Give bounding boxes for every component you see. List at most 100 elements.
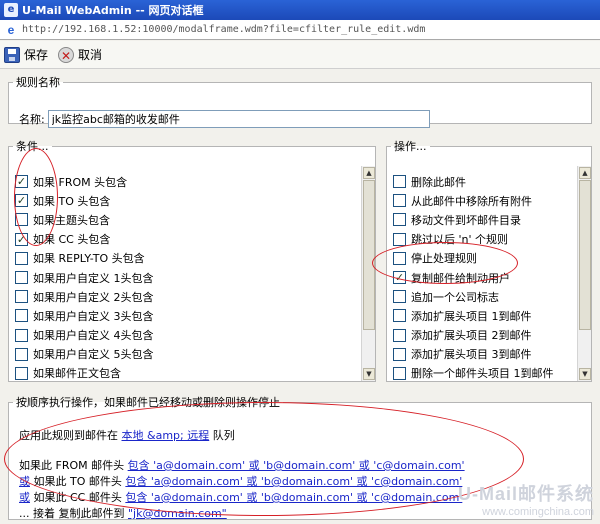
scroll-down-icon[interactable]: ▼ bbox=[579, 368, 591, 380]
condition-checkbox[interactable]: ✓ bbox=[15, 175, 28, 189]
cancel-button[interactable]: ✕ 取消 bbox=[58, 46, 102, 63]
action-label: 移动文件到坏邮件目录 bbox=[411, 213, 521, 227]
condition-item[interactable]: 如果用户自定义 1头包含 bbox=[15, 268, 361, 287]
action-checkbox[interactable] bbox=[393, 213, 406, 227]
address-url: http://192.168.1.52:10000/modalframe.wdm… bbox=[22, 24, 426, 35]
action-item[interactable]: ✓ 复制邮件给制动用户 bbox=[393, 268, 577, 287]
save-button-label: 保存 bbox=[24, 48, 49, 62]
action-checkbox[interactable] bbox=[393, 366, 406, 380]
condition-label: 如果 CC 头包含 bbox=[33, 233, 111, 247]
rule-description-legend: 按顺序执行操作，如果邮件已经移动或删除则操作停止 bbox=[16, 396, 280, 409]
condition-item[interactable]: 如果主题头包含 bbox=[15, 210, 361, 229]
condition-item[interactable]: 如果用户自定义 3头包含 bbox=[15, 306, 361, 325]
conditions-group: 条件... ✓ 如果 FROM 头包含 ✓ 如果 TO 头包含 如果主题头包含 ✓ 如果 C… bbox=[8, 138, 376, 382]
save-button[interactable]: 保存 bbox=[4, 46, 48, 63]
action-item[interactable]: 移动文件到坏邮件目录 bbox=[393, 210, 577, 229]
action-label: 停止处理规则 bbox=[411, 252, 477, 266]
window-titlebar: e U-Mail WebAdmin -- 网页对话框 bbox=[0, 0, 600, 20]
actions-list: 删除此邮件从此邮件中移除所有附件 移动文件到坏邮件目录 跳过以后 'n' 个规则 停止… bbox=[393, 172, 577, 381]
condition-label: 如果用户自定义 4头包含 bbox=[33, 329, 154, 343]
condition-checkbox[interactable] bbox=[15, 366, 28, 380]
condition-checkbox[interactable]: ✓ bbox=[15, 194, 28, 208]
or-link[interactable]: 或 bbox=[19, 491, 30, 504]
rule-name-group: 规则名称 名称: bbox=[8, 74, 592, 128]
copy-target-link[interactable]: "jk@domain.com" bbox=[128, 507, 227, 520]
scroll-up-icon[interactable]: ▲ bbox=[363, 167, 375, 179]
condition-item[interactable]: 如果 REPLY-TO 头包含 bbox=[15, 249, 361, 268]
action-item[interactable]: 删除一个邮件头项目 1到邮件 bbox=[393, 364, 577, 381]
contains-link[interactable]: 包含 'a@domain.com' 或 'b@domain.com' 或 'c@… bbox=[128, 459, 465, 472]
action-checkbox[interactable]: ✓ bbox=[393, 271, 406, 285]
scroll-thumb[interactable] bbox=[579, 180, 591, 330]
queue-link[interactable]: 本地 &amp; 远程 bbox=[122, 429, 210, 442]
condition-description-line: 如果此 FROM 邮件头 包含 'a@domain.com' 或 'b@doma… bbox=[19, 458, 585, 474]
action-checkbox[interactable] bbox=[393, 347, 406, 361]
action-label: 删除一个邮件头项目 1到邮件 bbox=[411, 367, 554, 381]
conditions-scrollbar[interactable]: ▲ ▼ bbox=[361, 166, 375, 381]
condition-item[interactable]: 如果用户自定义 2头包含 bbox=[15, 287, 361, 306]
condition-checkbox[interactable] bbox=[15, 290, 28, 304]
scroll-thumb[interactable] bbox=[363, 180, 375, 330]
condition-label: 如果 TO 头包含 bbox=[33, 194, 111, 208]
action-checkbox[interactable] bbox=[393, 309, 406, 323]
condition-label: 如果邮件正文包含 bbox=[33, 367, 121, 381]
action-checkbox[interactable] bbox=[393, 232, 406, 246]
action-item[interactable]: 从此邮件中移除所有附件 bbox=[393, 191, 577, 210]
conditions-legend: 条件... bbox=[16, 140, 49, 153]
toolbar: 保存 ✕ 取消 bbox=[0, 41, 600, 69]
rule-name-input[interactable] bbox=[47, 110, 430, 128]
condition-checkbox[interactable] bbox=[15, 328, 28, 342]
address-bar: e http://192.168.1.52:10000/modalframe.w… bbox=[0, 20, 600, 40]
app-icon: e bbox=[4, 3, 18, 17]
condition-checkbox[interactable]: ✓ bbox=[15, 232, 28, 246]
action-checkbox[interactable] bbox=[393, 328, 406, 342]
condition-label: 如果 REPLY-TO 头包含 bbox=[33, 252, 145, 266]
condition-item[interactable]: 如果用户自定义 4头包含 bbox=[15, 326, 361, 345]
condition-label: 如果 FROM 头包含 bbox=[33, 175, 128, 189]
action-label: 复制邮件给制动用户 bbox=[411, 271, 510, 285]
scroll-down-icon[interactable]: ▼ bbox=[363, 368, 375, 380]
action-label: 删除此邮件 bbox=[411, 175, 466, 189]
condition-checkbox[interactable] bbox=[15, 271, 28, 285]
actions-legend: 操作... bbox=[394, 140, 427, 153]
condition-checkbox[interactable] bbox=[15, 213, 28, 227]
cancel-icon: ✕ bbox=[58, 46, 75, 63]
apply-queue-line: 应用此规则到邮件在 本地 &amp; 远程 队列 bbox=[19, 428, 585, 444]
action-item[interactable]: 删除此邮件 bbox=[393, 172, 577, 191]
action-label: 从此邮件中移除所有附件 bbox=[411, 194, 532, 208]
action-item[interactable]: 停止处理规则 bbox=[393, 249, 577, 268]
condition-label: 如果主题头包含 bbox=[33, 213, 110, 227]
rule-name-label: 名称: bbox=[19, 113, 45, 126]
condition-item[interactable]: ✓ 如果 TO 头包含 bbox=[15, 191, 361, 210]
action-label: 跳过以后 'n' 个规则 bbox=[411, 233, 509, 247]
condition-checkbox[interactable] bbox=[15, 347, 28, 361]
contains-link[interactable]: 包含 'a@domain.com' 或 'b@domain.com' 或 'c@… bbox=[125, 475, 462, 488]
condition-checkbox[interactable] bbox=[15, 309, 28, 323]
condition-label: 如果用户自定义 5头包含 bbox=[33, 348, 154, 362]
action-label: 添加扩展头项目 3到邮件 bbox=[411, 348, 532, 362]
action-checkbox[interactable] bbox=[393, 175, 406, 189]
scroll-up-icon[interactable]: ▲ bbox=[579, 167, 591, 179]
condition-checkbox[interactable] bbox=[15, 251, 28, 265]
condition-item[interactable]: 如果用户自定义 5头包含 bbox=[15, 345, 361, 364]
condition-item[interactable]: ✓ 如果 CC 头包含 bbox=[15, 230, 361, 249]
action-checkbox[interactable] bbox=[393, 194, 406, 208]
or-link[interactable]: 或 bbox=[19, 475, 30, 488]
condition-text: 如果此 FROM 邮件头 bbox=[19, 459, 125, 472]
action-item[interactable]: 添加扩展头项目 2到邮件 bbox=[393, 326, 577, 345]
action-item[interactable]: 添加扩展头项目 1到邮件 bbox=[393, 306, 577, 325]
contains-link[interactable]: 包含 'a@domain.com' 或 'b@domain.com' 或 'c@… bbox=[125, 491, 462, 504]
action-label: 追加一个公司标志 bbox=[411, 290, 499, 304]
action-checkbox[interactable] bbox=[393, 290, 406, 304]
cancel-button-label: 取消 bbox=[78, 48, 103, 62]
condition-item[interactable]: 如果邮件正文包含 bbox=[15, 364, 361, 381]
action-item[interactable]: 跳过以后 'n' 个规则 bbox=[393, 230, 577, 249]
actions-scrollbar[interactable]: ▲ ▼ bbox=[577, 166, 591, 381]
save-icon bbox=[4, 46, 20, 63]
action-item[interactable]: 追加一个公司标志 bbox=[393, 287, 577, 306]
apply-suffix: 队列 bbox=[212, 429, 235, 442]
condition-item[interactable]: ✓ 如果 FROM 头包含 bbox=[15, 172, 361, 191]
rule-description-group: 按顺序执行操作，如果邮件已经移动或删除则操作停止 应用此规则到邮件在 本地 &a… bbox=[8, 394, 592, 520]
action-item[interactable]: 添加扩展头项目 3到邮件 bbox=[393, 345, 577, 364]
action-checkbox[interactable] bbox=[393, 251, 406, 265]
